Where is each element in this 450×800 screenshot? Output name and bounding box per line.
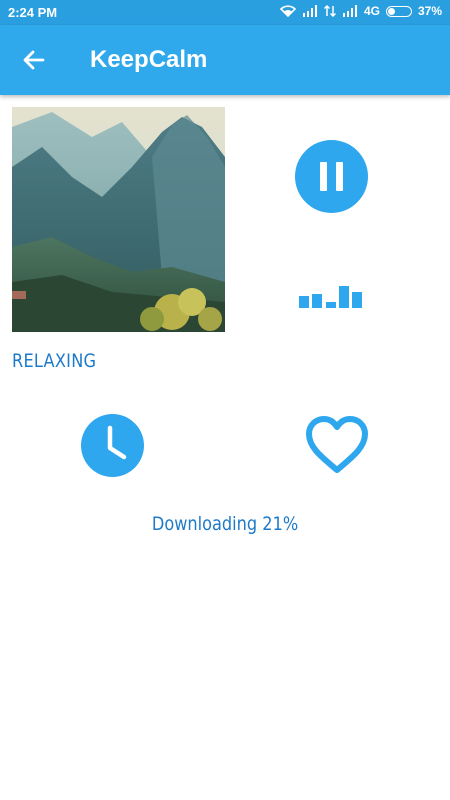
app-bar: KeepCalm xyxy=(0,25,450,95)
heart-outline-icon xyxy=(306,416,368,473)
app-title: KeepCalm xyxy=(90,46,208,73)
back-button[interactable] xyxy=(16,42,52,78)
status-icons: 4G 37% xyxy=(279,4,442,18)
clock-icon xyxy=(107,425,127,460)
track-name: RELAXING xyxy=(12,350,97,372)
timer-button[interactable] xyxy=(81,414,144,477)
pause-button[interactable] xyxy=(295,140,368,213)
favorite-button[interactable] xyxy=(303,414,371,476)
network-type: 4G xyxy=(363,4,380,18)
battery-icon xyxy=(385,5,412,17)
data-transfer-icon xyxy=(323,5,336,17)
status-time: 2:24 PM xyxy=(8,5,58,20)
mountain-landscape-image xyxy=(12,107,225,332)
arrow-left-icon xyxy=(23,50,45,70)
equalizer-icon[interactable] xyxy=(299,284,363,308)
battery-percent: 37% xyxy=(417,4,442,18)
download-status-text: Downloading 21% xyxy=(151,513,299,535)
download-status: Downloading 21% xyxy=(0,513,450,535)
status-bar: 2:24 PM 4G 37% xyxy=(0,0,450,25)
wifi-icon xyxy=(279,5,296,17)
signal-icon xyxy=(302,5,317,17)
signal-icon-2 xyxy=(342,5,357,17)
track-artwork xyxy=(12,107,225,332)
